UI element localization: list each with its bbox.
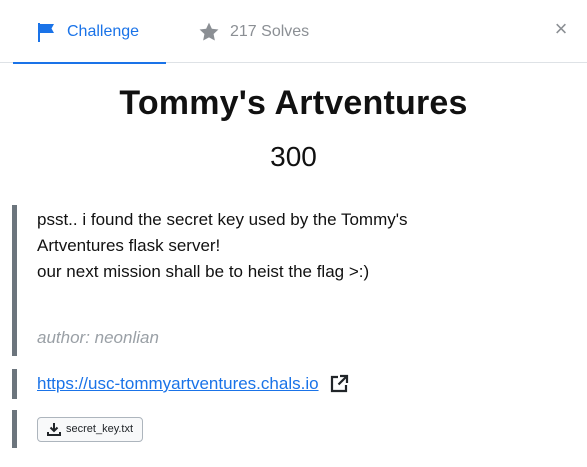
modal-tabs: Challenge 217 Solves ×: [0, 0, 587, 64]
download-icon: [47, 422, 61, 436]
challenge-points: 300: [270, 141, 317, 172]
challenge-link-block: https://usc-tommyartventures.chals.io: [12, 369, 572, 399]
challenge-files: secret_key.txt: [12, 410, 572, 448]
tab-solves-label: 217 Solves: [230, 22, 310, 40]
challenge-author: author: neonlian: [37, 328, 159, 347]
tab-challenge[interactable]: Challenge: [13, 0, 166, 64]
download-file-button[interactable]: secret_key.txt: [37, 416, 144, 442]
external-link-icon[interactable]: [329, 374, 349, 394]
challenge-title: Tommy's Artventures: [119, 84, 468, 122]
star-icon: [198, 21, 220, 43]
description-line: psst.. i found the secret key used by th…: [37, 210, 408, 229]
file-name: secret_key.txt: [66, 423, 134, 435]
description-line: Artventures flask server!: [37, 236, 221, 255]
tab-challenge-label: Challenge: [67, 22, 140, 40]
close-icon[interactable]: ×: [549, 16, 573, 41]
flag-icon: [35, 21, 57, 43]
challenge-url-link[interactable]: https://usc-tommyartventures.chals.io: [37, 374, 319, 394]
description-line: our next mission shall be to heist the f…: [37, 262, 370, 281]
challenge-description: psst.. i found the secret key used by th…: [12, 205, 572, 356]
tab-solves[interactable]: 217 Solves: [182, 0, 309, 63]
